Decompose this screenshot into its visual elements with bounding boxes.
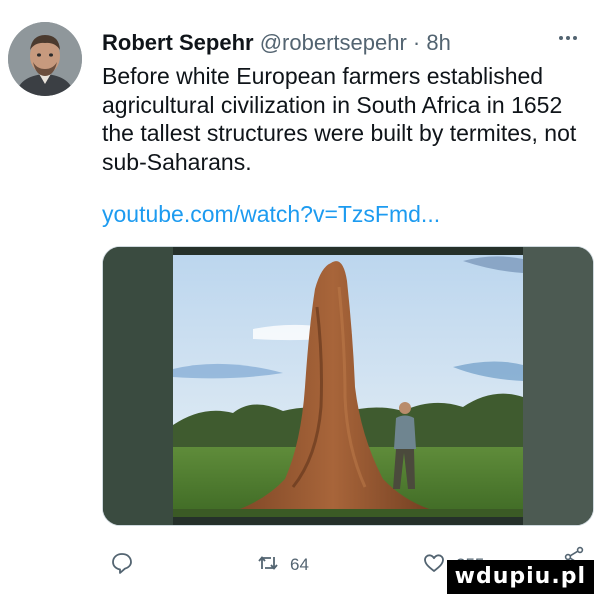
tweet-header: Robert Sepehr @robertsepehr · 8h <box>102 28 580 58</box>
more-icon[interactable] <box>556 24 580 56</box>
tweet-text: Before white European farmers establishe… <box>102 63 577 175</box>
header-separator: · <box>412 30 421 55</box>
tweet-time[interactable]: 8h <box>426 30 450 55</box>
author-name[interactable]: Robert Sepehr <box>102 30 254 55</box>
avatar-image <box>8 22 82 96</box>
retweet-count: 64 <box>290 555 309 574</box>
tweet-link[interactable]: youtube.com/watch?v=TzsFmd... <box>102 200 590 229</box>
reply-button[interactable] <box>110 548 134 582</box>
retweet-button[interactable]: 64 <box>256 548 309 582</box>
author-handle[interactable]: @robertsepehr <box>260 30 407 55</box>
like-icon[interactable] <box>422 551 446 580</box>
avatar[interactable] <box>8 22 82 96</box>
retweet-icon[interactable] <box>256 551 280 580</box>
reply-icon[interactable] <box>110 551 134 580</box>
termite-mound-photo <box>103 247 593 525</box>
watermark: wdupiu.pl <box>446 560 594 594</box>
tweet-media[interactable] <box>102 246 594 526</box>
